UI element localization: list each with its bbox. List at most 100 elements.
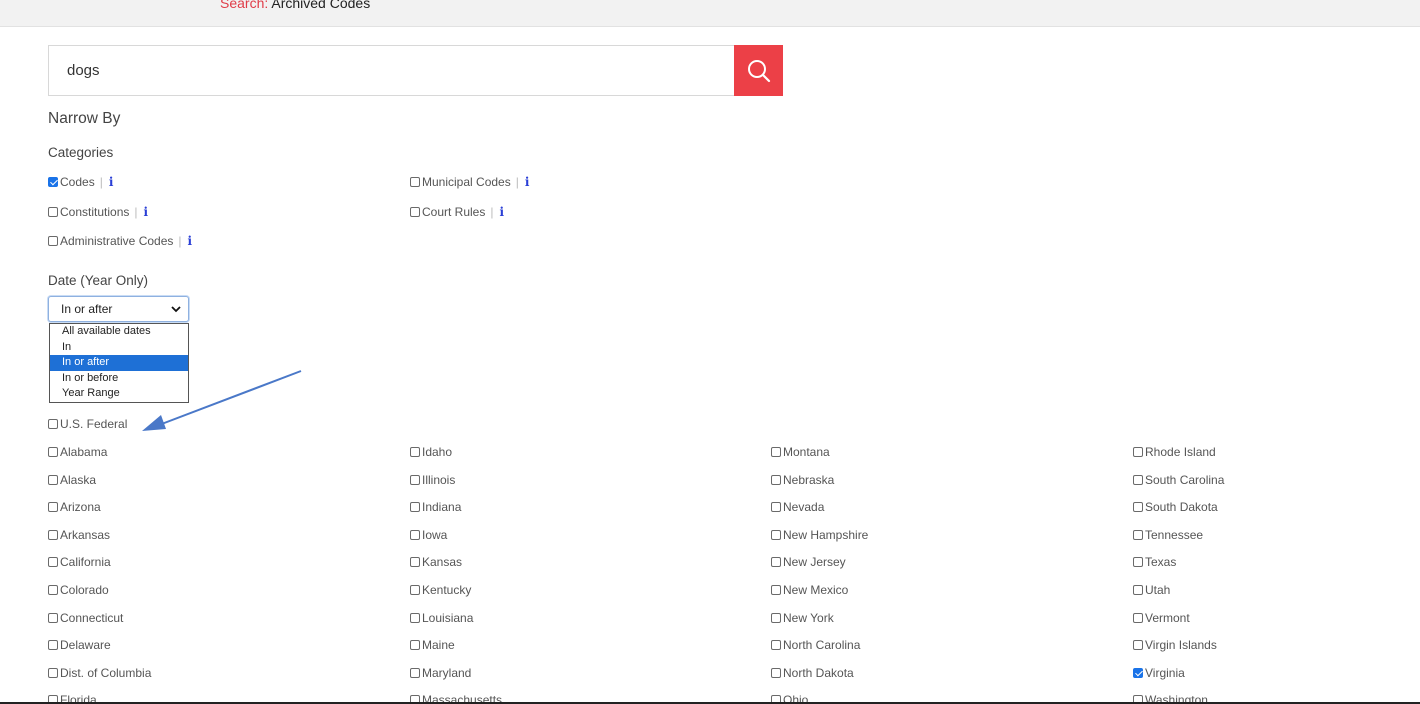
checkbox-label[interactable]: Idaho xyxy=(422,445,452,459)
checkbox-nebraska[interactable]: Nebraska xyxy=(771,472,834,488)
checkbox-new-york[interactable]: New York xyxy=(771,610,834,626)
checkbox-unchecked[interactable] xyxy=(48,557,58,567)
checkbox-north-carolina[interactable]: North Carolina xyxy=(771,637,860,653)
checkbox-unchecked[interactable] xyxy=(1133,585,1143,595)
checkbox-label[interactable]: Nebraska xyxy=(783,473,834,487)
checkbox-label[interactable]: Colorado xyxy=(60,583,109,597)
checkbox-louisiana[interactable]: Louisiana xyxy=(410,610,473,626)
search-input[interactable] xyxy=(48,45,734,96)
checkbox-unchecked[interactable] xyxy=(48,236,58,246)
checkbox-new-hampshire[interactable]: New Hampshire xyxy=(771,527,868,543)
checkbox-label[interactable]: Montana xyxy=(783,445,830,459)
checkbox-unchecked[interactable] xyxy=(410,447,420,457)
checkbox-kentucky[interactable]: Kentucky xyxy=(410,582,471,598)
checkbox-label[interactable]: New Jersey xyxy=(783,555,846,569)
checkbox-colorado[interactable]: Colorado xyxy=(48,582,109,598)
checkbox-label[interactable]: Administrative Codes xyxy=(60,234,173,248)
checkbox-label[interactable]: New Mexico xyxy=(783,583,848,597)
checkbox-unchecked[interactable] xyxy=(48,502,58,512)
checkbox-label[interactable]: Maine xyxy=(422,638,455,652)
checkbox-unchecked[interactable] xyxy=(410,475,420,485)
checkbox-unchecked[interactable] xyxy=(771,502,781,512)
checkbox-label[interactable]: Nevada xyxy=(783,500,824,514)
date-option-all-available-dates[interactable]: All available dates xyxy=(50,324,188,340)
checkbox-unchecked[interactable] xyxy=(48,530,58,540)
checkbox-unchecked[interactable] xyxy=(48,447,58,457)
checkbox-maine[interactable]: Maine xyxy=(410,637,455,653)
checkbox-label[interactable]: Connecticut xyxy=(60,611,123,625)
checkbox-south-dakota[interactable]: South Dakota xyxy=(1133,499,1218,515)
info-icon[interactable]: i xyxy=(144,205,149,219)
checkbox-unchecked[interactable] xyxy=(410,557,420,567)
checkbox-unchecked[interactable] xyxy=(771,447,781,457)
checkbox-unchecked[interactable] xyxy=(48,613,58,623)
checkbox-unchecked[interactable] xyxy=(48,475,58,485)
checkbox-label[interactable]: Arkansas xyxy=(60,528,110,542)
checkbox-idaho[interactable]: Idaho xyxy=(410,444,452,460)
checkbox-unchecked[interactable] xyxy=(410,613,420,623)
checkbox-municipal-codes[interactable]: Municipal Codes | i xyxy=(410,174,529,190)
checkbox-alabama[interactable]: Alabama xyxy=(48,444,107,460)
checkbox-unchecked[interactable] xyxy=(1133,640,1143,650)
checkbox-dist-of-columbia[interactable]: Dist. of Columbia xyxy=(48,665,151,681)
checkbox-unchecked[interactable] xyxy=(410,177,420,187)
checkbox-kansas[interactable]: Kansas xyxy=(410,554,462,570)
checkbox-california[interactable]: California xyxy=(48,554,111,570)
checkbox-checked[interactable] xyxy=(1133,668,1143,678)
checkbox-label[interactable]: Indiana xyxy=(422,500,461,514)
date-option-in[interactable]: In xyxy=(50,340,188,356)
checkbox-label[interactable]: Virgin Islands xyxy=(1145,638,1217,652)
checkbox-unchecked[interactable] xyxy=(410,640,420,650)
checkbox-utah[interactable]: Utah xyxy=(1133,582,1170,598)
checkbox-label[interactable]: Tennessee xyxy=(1145,528,1203,542)
checkbox-label[interactable]: North Dakota xyxy=(783,666,854,680)
checkbox-north-dakota[interactable]: North Dakota xyxy=(771,665,854,681)
checkbox-delaware[interactable]: Delaware xyxy=(48,637,111,653)
checkbox-label[interactable]: Vermont xyxy=(1145,611,1190,625)
checkbox-unchecked[interactable] xyxy=(1133,447,1143,457)
checkbox-label[interactable]: California xyxy=(60,555,111,569)
checkbox-label[interactable]: Codes xyxy=(60,175,95,189)
info-icon[interactable]: i xyxy=(188,234,193,248)
checkbox-label[interactable]: South Dakota xyxy=(1145,500,1218,514)
checkbox-unchecked[interactable] xyxy=(410,207,420,217)
checkbox-connecticut[interactable]: Connecticut xyxy=(48,610,123,626)
checkbox-unchecked[interactable] xyxy=(1133,475,1143,485)
checkbox-virginia[interactable]: Virginia xyxy=(1133,665,1185,681)
checkbox-unchecked[interactable] xyxy=(771,668,781,678)
checkbox-label[interactable]: Kentucky xyxy=(422,583,471,597)
checkbox-label[interactable]: North Carolina xyxy=(783,638,860,652)
checkbox-illinois[interactable]: Illinois xyxy=(410,472,455,488)
checkbox-unchecked[interactable] xyxy=(771,530,781,540)
checkbox-label[interactable]: Illinois xyxy=(422,473,455,487)
checkbox-label[interactable]: Texas xyxy=(1145,555,1176,569)
checkbox-label[interactable]: Maryland xyxy=(422,666,471,680)
checkbox-new-jersey[interactable]: New Jersey xyxy=(771,554,846,570)
checkbox-label[interactable]: Louisiana xyxy=(422,611,473,625)
checkbox-label[interactable]: Rhode Island xyxy=(1145,445,1216,459)
checkbox-unchecked[interactable] xyxy=(771,613,781,623)
checkbox-indiana[interactable]: Indiana xyxy=(410,499,461,515)
checkbox-codes[interactable]: Codes | i xyxy=(48,174,113,190)
checkbox-label[interactable]: Court Rules xyxy=(422,205,485,219)
info-icon[interactable]: i xyxy=(525,175,530,189)
checkbox-label[interactable]: Utah xyxy=(1145,583,1170,597)
checkbox-label[interactable]: Delaware xyxy=(60,638,111,652)
checkbox-label[interactable]: Virginia xyxy=(1145,666,1185,680)
info-icon[interactable]: i xyxy=(109,175,114,189)
checkbox-unchecked[interactable] xyxy=(48,640,58,650)
date-select[interactable]: In or after xyxy=(48,296,189,322)
checkbox-label[interactable]: U.S. Federal xyxy=(60,417,127,431)
checkbox-alaska[interactable]: Alaska xyxy=(48,472,96,488)
checkbox-constitutions[interactable]: Constitutions | i xyxy=(48,204,148,220)
checkbox-label[interactable]: New Hampshire xyxy=(783,528,868,542)
checkbox-label[interactable]: Alabama xyxy=(60,445,107,459)
checkbox-label[interactable]: Municipal Codes xyxy=(422,175,511,189)
checkbox-label[interactable]: Dist. of Columbia xyxy=(60,666,151,680)
checkbox-unchecked[interactable] xyxy=(771,475,781,485)
checkbox-vermont[interactable]: Vermont xyxy=(1133,610,1190,626)
checkbox-unchecked[interactable] xyxy=(1133,502,1143,512)
info-icon[interactable]: i xyxy=(499,205,504,219)
checkbox-u-s-federal[interactable]: U.S. Federal xyxy=(48,416,127,432)
checkbox-unchecked[interactable] xyxy=(410,585,420,595)
